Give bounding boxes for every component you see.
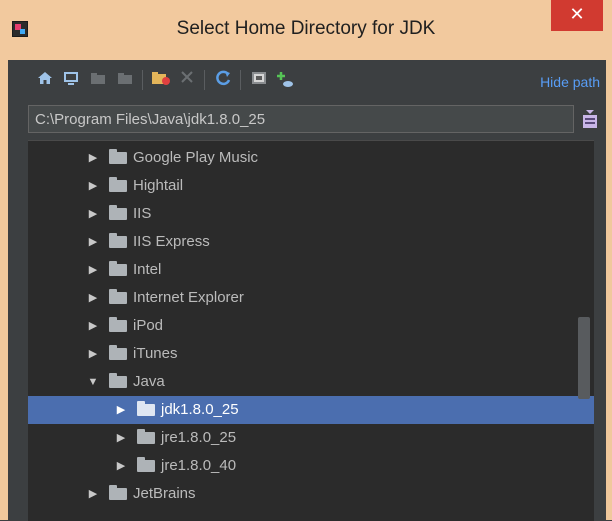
title-bar[interactable]: Select Home Directory for JDK ✕ [0,0,612,60]
dialog-title: Select Home Directory for JDK [176,18,436,39]
expand-right-icon[interactable]: ▶ [86,284,100,312]
tree-row-label: jre1.8.0_25 [161,429,237,446]
project-icon[interactable] [87,69,109,91]
expand-right-icon[interactable]: ▶ [86,172,100,200]
folder-icon [109,233,127,248]
folder-icon [137,457,155,472]
path-row [8,105,606,135]
folder-icon [109,261,127,276]
tree-row-label: IIS [133,205,152,222]
folder-icon [109,373,127,388]
hide-path-link[interactable]: Hide path [540,74,600,90]
tree-row-label: Google Play Music [133,149,259,166]
tree-row-label: jdk1.8.0_25 [161,401,239,418]
tree-row-label: Intel [133,261,162,278]
tree-row[interactable]: ▶ IIS [28,200,594,228]
folder-icon [109,289,127,304]
tree-row[interactable]: ▶ Google Play Music [28,144,594,172]
tree-row[interactable]: ▼ Java [28,368,594,396]
expand-right-icon[interactable]: ▶ [114,424,128,452]
folder-icon [109,205,127,220]
expand-right-icon[interactable]: ▶ [86,228,100,256]
close-button[interactable]: ✕ [551,0,603,31]
desktop-icon[interactable] [60,69,82,91]
add-icon[interactable] [274,69,296,91]
tree-row-label: iPod [133,317,164,334]
tree-row[interactable]: ▶ Intel [28,256,594,284]
expand-right-icon[interactable]: ▶ [114,396,128,424]
delete-icon[interactable] [176,69,198,91]
folder-icon [137,401,155,416]
vertical-scrollbar[interactable] [578,317,590,399]
tree-row-label: IIS Express [133,233,210,250]
tree-row[interactable]: ▶ jdk1.8.0_25 [28,396,594,424]
toolbar-separator [204,70,205,90]
tree-row-label: iTunes [133,345,178,362]
home-icon[interactable] [34,69,56,91]
toolbar-separator [142,70,143,90]
expand-right-icon[interactable]: ▶ [114,452,128,480]
tree-row[interactable]: ▶ jre1.8.0_25 [28,424,594,452]
folder-icon [109,149,127,164]
expand-right-icon[interactable]: ▶ [86,200,100,228]
expand-right-icon[interactable]: ▶ [86,256,100,284]
toolbar-separator [240,70,241,90]
chooser-panel: Hide path ▶ Google Play Music ▶ Hightail ▶ II… [8,60,606,521]
folder-icon [109,177,127,192]
show-hidden-icon[interactable] [248,69,270,91]
expand-right-icon[interactable]: ▶ [86,340,100,368]
toolbar: Hide path [8,60,606,102]
dialog-window: Select Home Directory for JDK ✕ Hide pat… [0,0,612,521]
tree-row-label: JetBrains [133,485,196,502]
tree-row[interactable]: ▶ iPod [28,312,594,340]
tree-row[interactable]: ▶ Hightail [28,172,594,200]
tree-row-label: Internet Explorer [133,289,244,306]
expand-right-icon[interactable]: ▶ [86,312,100,340]
expand-right-icon[interactable]: ▶ [86,144,100,172]
refresh-icon[interactable] [212,69,234,91]
folder-icon [109,345,127,360]
folder-icon [109,485,127,500]
folder-icon [137,429,155,444]
new-folder-icon[interactable] [150,69,172,91]
tree-row[interactable]: ▶ Internet Explorer [28,284,594,312]
tree-row[interactable]: ▶ IIS Express [28,228,594,256]
tree-row[interactable]: ▶ JetBrains [28,480,594,508]
module-icon[interactable] [114,69,136,91]
tree-row-label: jre1.8.0_40 [161,457,237,474]
tree-row-label: Java [133,373,165,390]
path-history-icon[interactable] [582,109,598,129]
tree-row[interactable]: ▶ jre1.8.0_40 [28,452,594,480]
expand-down-icon[interactable]: ▼ [86,368,100,396]
expand-right-icon[interactable]: ▶ [86,480,100,508]
folder-icon [109,317,127,332]
tree-row-label: Hightail [133,177,184,194]
tree-row[interactable]: ▶ iTunes [28,340,594,368]
directory-tree[interactable]: ▶ Google Play Music ▶ Hightail ▶ IIS ▶ IIS Expr… [28,140,594,521]
path-input[interactable] [28,105,574,133]
